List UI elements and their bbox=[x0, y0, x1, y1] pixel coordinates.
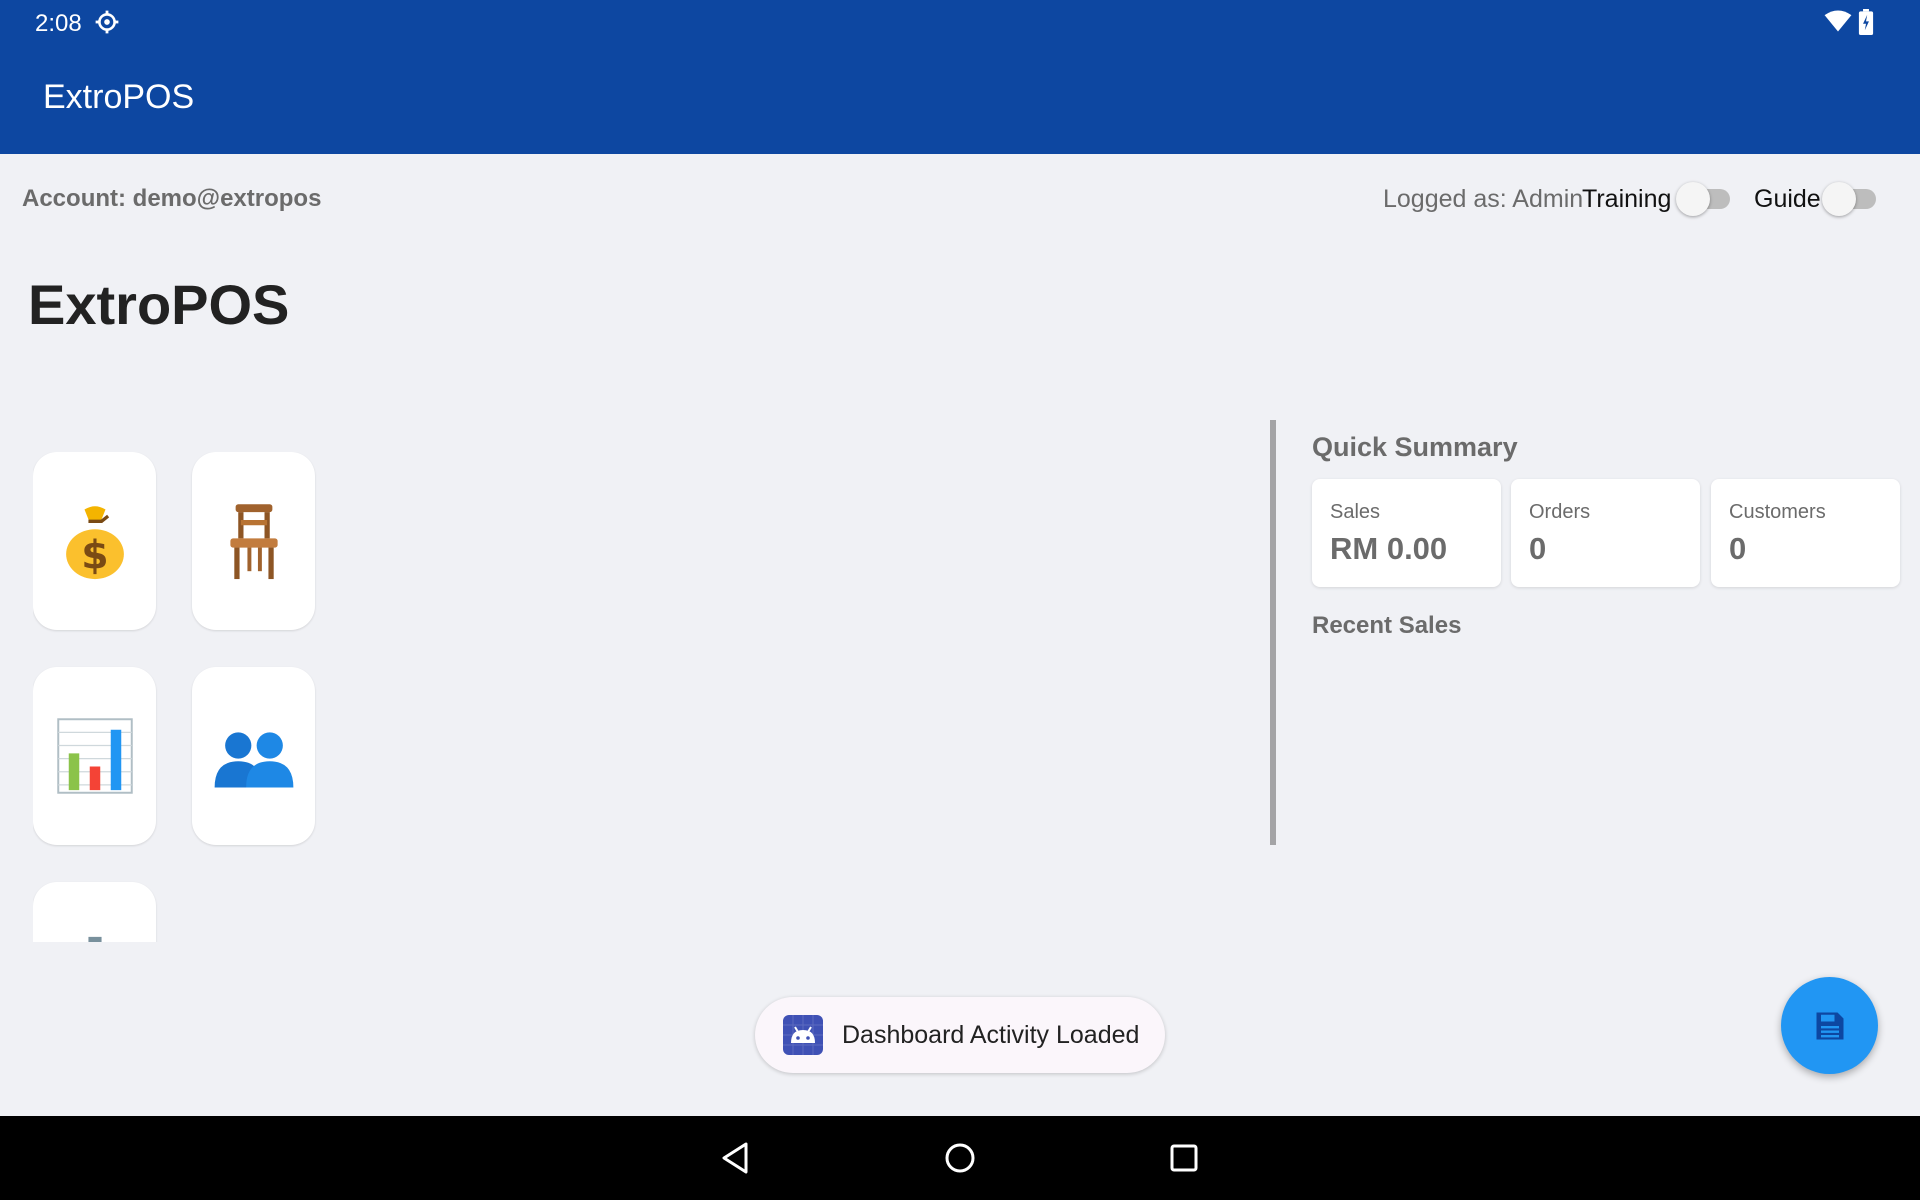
home-icon[interactable] bbox=[938, 1136, 982, 1180]
settings-notification-icon bbox=[95, 10, 119, 34]
quick-summary-title: Quick Summary bbox=[1312, 432, 1518, 462]
guide-label: Guide bbox=[1754, 185, 1821, 213]
training-label: Training bbox=[1582, 185, 1672, 213]
sales-summary-card: Sales RM 0.00 bbox=[1312, 479, 1501, 587]
chair-icon bbox=[229, 504, 278, 580]
tables-tile[interactable] bbox=[192, 452, 315, 630]
system-navigation-bar bbox=[0, 1116, 1920, 1200]
page-title: ExtroPOS bbox=[28, 273, 290, 336]
people-icon bbox=[214, 732, 293, 788]
battery-icon bbox=[1858, 9, 1874, 35]
recent-sales-title: Recent Sales bbox=[1312, 612, 1462, 639]
card-label: Customers bbox=[1729, 501, 1826, 523]
customers-tile[interactable] bbox=[192, 667, 315, 845]
customers-summary-card: Customers 0 bbox=[1711, 479, 1900, 587]
settings-tile[interactable] bbox=[33, 882, 156, 942]
save-icon bbox=[1816, 1012, 1843, 1039]
orders-summary-card: Orders 0 bbox=[1511, 479, 1700, 587]
logged-as-label: Logged as: Admin bbox=[1383, 185, 1584, 213]
guide-toggle[interactable] bbox=[1822, 180, 1878, 216]
status-bar: 2:08 bbox=[0, 0, 1920, 44]
app-bar: ExtroPOS bbox=[0, 44, 1920, 154]
money-bag-icon: $ bbox=[65, 506, 124, 580]
training-toggle-thumb bbox=[1676, 182, 1710, 216]
android-app-icon bbox=[783, 1015, 823, 1055]
svg-text:$: $ bbox=[81, 533, 108, 579]
card-value: RM 0.00 bbox=[1330, 531, 1448, 566]
status-time: 2:08 bbox=[35, 10, 82, 37]
card-label: Orders bbox=[1529, 501, 1591, 523]
gear-icon bbox=[87, 936, 102, 942]
bar-chart-icon bbox=[56, 718, 133, 794]
feature-tiles: $ bbox=[33, 452, 333, 942]
save-fab-button[interactable] bbox=[1781, 977, 1878, 1074]
card-label: Sales bbox=[1330, 501, 1381, 523]
vertical-divider bbox=[1270, 420, 1276, 845]
card-value: 0 bbox=[1729, 531, 1747, 566]
guide-toggle-thumb bbox=[1822, 182, 1856, 216]
app-title: ExtroPOS bbox=[43, 78, 195, 116]
account-label: Account: demo@extropos bbox=[22, 185, 322, 212]
back-icon[interactable] bbox=[714, 1136, 758, 1180]
toast-message: Dashboard Activity Loaded bbox=[755, 997, 1165, 1073]
sales-tile[interactable]: $ bbox=[33, 452, 156, 630]
training-toggle[interactable] bbox=[1676, 180, 1732, 216]
recent-apps-icon[interactable] bbox=[1162, 1136, 1206, 1180]
wifi-icon bbox=[1824, 10, 1852, 32]
reports-tile[interactable] bbox=[33, 667, 156, 845]
toast-text: Dashboard Activity Loaded bbox=[842, 1021, 1140, 1049]
card-value: 0 bbox=[1529, 531, 1547, 566]
